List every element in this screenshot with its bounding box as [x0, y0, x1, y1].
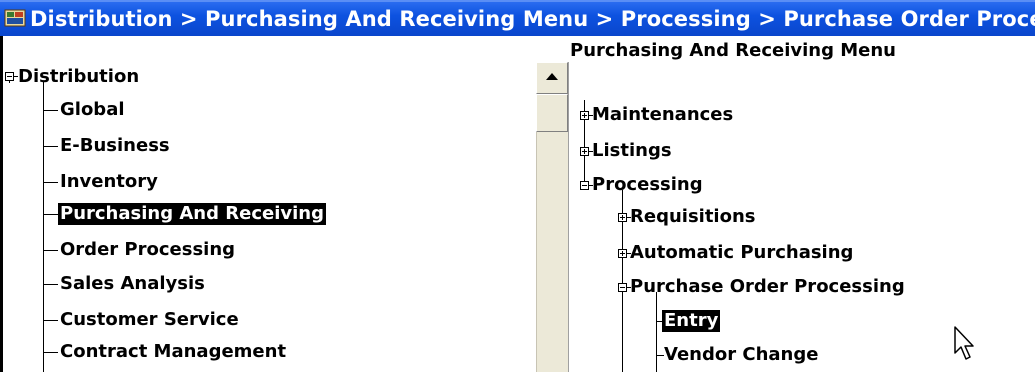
- expand-box-icon[interactable]: [580, 111, 589, 120]
- tree-item-sales-analysis[interactable]: Sales Analysis: [58, 273, 207, 295]
- tree-item-e-business[interactable]: E-Business: [58, 135, 172, 157]
- window-title: Distribution > Purchasing And Receiving …: [30, 7, 1035, 31]
- expand-box-icon[interactable]: [580, 147, 589, 156]
- tree-connector: [43, 146, 58, 147]
- tree-item-listings[interactable]: Listings: [590, 140, 674, 162]
- tree-item-requisitions[interactable]: Requisitions: [628, 206, 758, 228]
- tree-trunk: [43, 82, 44, 372]
- collapse-box-icon[interactable]: [618, 283, 627, 292]
- tree-item-automatic-purchasing[interactable]: Automatic Purchasing: [628, 242, 855, 264]
- right-panel-title: Purchasing And Receiving Menu: [570, 40, 896, 61]
- tree-item-entry[interactable]: Entry: [662, 310, 721, 332]
- tree-connector: [43, 320, 58, 321]
- collapse-box-icon[interactable]: [5, 72, 14, 81]
- tree-root-distribution[interactable]: Distribution: [16, 66, 141, 88]
- tree-item-processing[interactable]: Processing: [590, 174, 705, 196]
- expand-box-icon[interactable]: [618, 249, 627, 258]
- tree-connector: [9, 81, 10, 83]
- tree-item-purchase-order-processing[interactable]: Purchase Order Processing: [628, 276, 907, 298]
- tree-item-maintenances[interactable]: Maintenances: [590, 104, 735, 126]
- tree-item-inventory[interactable]: Inventory: [58, 171, 160, 193]
- tree-item-customer-service[interactable]: Customer Service: [58, 309, 241, 331]
- tree-item-purchasing-and-receiving[interactable]: Purchasing And Receiving: [58, 203, 326, 225]
- collapse-box-icon[interactable]: [580, 181, 589, 190]
- tree-item-order-processing[interactable]: Order Processing: [58, 239, 237, 261]
- tree-connector: [43, 182, 58, 183]
- tree-item-contract-management[interactable]: Contract Management: [58, 341, 288, 363]
- tree-connector: [43, 250, 58, 251]
- tree-connector: [43, 110, 58, 111]
- title-bar: Distribution > Purchasing And Receiving …: [0, 0, 1035, 36]
- tree-connector: [43, 352, 58, 353]
- mouse-pointer-icon: [954, 326, 974, 360]
- app-window-icon[interactable]: [4, 8, 26, 28]
- tree-connector: [43, 214, 58, 215]
- tree-connector: [43, 284, 58, 285]
- tree-item-vendor-change[interactable]: Vendor Change: [662, 344, 820, 366]
- right-panel-header: Purchasing And Receiving Menu: [568, 36, 1035, 62]
- scroll-thumb[interactable]: [536, 94, 568, 132]
- tree-trunk: [656, 292, 657, 372]
- tree-item-global[interactable]: Global: [58, 99, 127, 121]
- scroll-up-arrow-icon[interactable]: [536, 62, 568, 94]
- expand-box-icon[interactable]: [618, 213, 627, 222]
